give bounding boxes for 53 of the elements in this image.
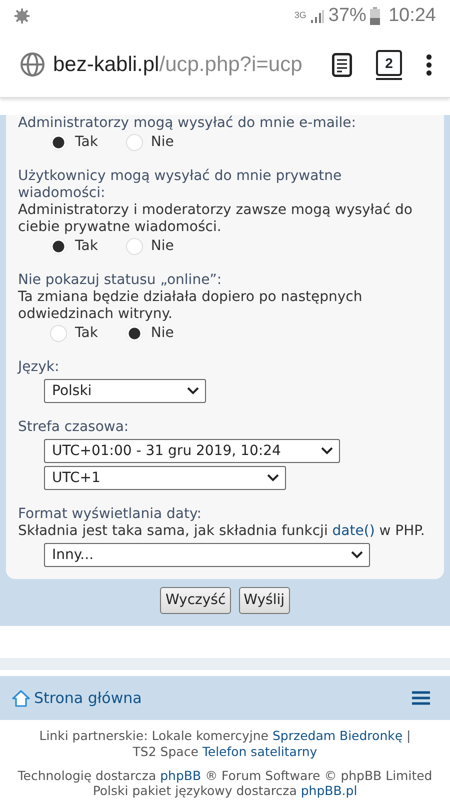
radio-label: Nie: [150, 132, 174, 152]
radio-label: Tak: [75, 324, 98, 342]
radio-label: Tak: [75, 236, 98, 256]
radio-label: Nie: [150, 236, 174, 256]
setting-label: Strefa czasowa:: [18, 419, 130, 436]
chevron-icon: [321, 447, 333, 455]
notification-icon: [14, 8, 30, 24]
link[interactable]: Telefon satelitarny: [202, 744, 318, 759]
tabs-button[interactable]: 2: [376, 50, 402, 76]
link[interactable]: Sprzedam Biedronkę: [272, 728, 403, 743]
menu-icon[interactable]: [412, 691, 430, 705]
home-link[interactable]: Strona główna: [12, 686, 142, 710]
network-type: 3G: [294, 9, 306, 22]
more-icon[interactable]: [426, 54, 432, 76]
credits-line: Technologię dostarcza phpBB ® Forum Software © phpBB Limited: [16, 767, 434, 783]
dropdown[interactable]: UTC+01:00 - 31 gru 2019, 10:24: [44, 439, 340, 463]
setting-label: Nie pokazuj statusu „online”:: [18, 272, 223, 289]
setting-description: Administratorzy i moderatorzy zawsze mogą wysyłać do ciebie prywatne wiadomości.: [18, 202, 414, 236]
chevron-icon: [187, 387, 199, 395]
clock: 10:24: [388, 4, 436, 28]
chevron-icon: [351, 551, 363, 559]
setting-description: Ta zmiana będzie działała dopiero po następnych odwiedzinach witryny.: [18, 289, 364, 323]
battery-percent: 37%: [328, 4, 366, 28]
setting-label: Użytkownicy mogą wysyłać do mnie prywatne wiadomości:: [18, 168, 343, 202]
radio-label: Nie: [150, 324, 174, 342]
radio-button[interactable]: [50, 238, 67, 254]
signal-icon: [310, 9, 324, 23]
link[interactable]: phpBB: [160, 768, 202, 783]
partner-links: Linki partnerskie: Lokale komercyjne Sprzedam Biedronkę | TS2 Space Telefon satelitarny: [38, 727, 412, 760]
battery-icon: [370, 7, 380, 25]
setting-description: Składnia jest taka sama, jak składnia funkcji date() w PHP.: [18, 523, 426, 540]
setting-label: Administratorzy mogą wysyłać do mnie e-maile:: [18, 115, 358, 132]
radio-button[interactable]: [50, 134, 67, 150]
dropdown[interactable]: UTC+1: [44, 466, 286, 490]
radio-button[interactable]: [126, 134, 143, 150]
radio-label: Tak: [75, 132, 98, 152]
reader-icon[interactable]: [332, 52, 352, 76]
dropdown[interactable]: Inny...: [44, 543, 370, 567]
submit-button[interactable]: Wyślij: [238, 587, 290, 614]
radio-button[interactable]: [126, 238, 143, 254]
radio-button[interactable]: [126, 324, 143, 342]
credits-line: Polski pakiet językowy dostarcza phpBB.pl: [92, 783, 358, 798]
radio-button[interactable]: [50, 324, 67, 342]
link[interactable]: phpBB.pl: [300, 783, 358, 798]
chevron-icon: [267, 474, 279, 482]
globe-icon: [20, 52, 45, 77]
reset-button[interactable]: Wyczyść: [160, 587, 231, 614]
setting-label: Język:: [18, 359, 60, 376]
url-field[interactable]: bez-kabli.pl/ucp.php?i=ucp: [53, 48, 302, 80]
setting-label: Format wyświetlania daty:: [18, 506, 202, 523]
dropdown[interactable]: Polski: [44, 379, 206, 403]
home-icon: [12, 690, 30, 706]
link[interactable]: date(): [332, 523, 375, 539]
